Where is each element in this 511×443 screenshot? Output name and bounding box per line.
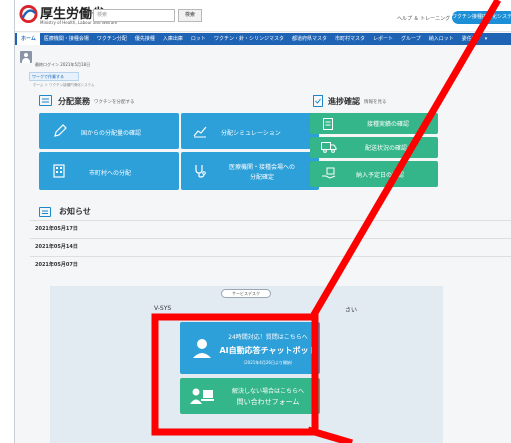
tile-delivery-schedule[interactable]: 納入予定日の確認 [310, 161, 438, 187]
tile-label-line2: 分配確定 [249, 174, 274, 181]
avatar-body [22, 58, 30, 63]
workspace-tab[interactable]: ワークで作業する [29, 72, 79, 81]
browser-page: 厚生労働省 Ministry of Health, Labour and Wel… [14, 0, 511, 443]
tile-vaccination-results[interactable]: 接種実績の確認 [310, 113, 438, 134]
stethoscope-icon [195, 165, 206, 178]
pencil-icon [54, 124, 67, 137]
progress-subtitle: 情報を見る [364, 100, 387, 105]
hand-package-icon [322, 167, 336, 179]
notices-title: お知らせ [59, 207, 91, 216]
last-login-date: 最終ログイン 2021年5月18日 [35, 62, 91, 67]
nav-item-distribution[interactable]: ワクチン分配 [93, 33, 131, 45]
tile-facility-distribution-confirm[interactable]: 医療機関・接種会場への 分配確定 [181, 152, 319, 190]
main-nav: ホーム 医療機関・接種会場 ワクチン分配 優先接種 入庫出庫 ロット ワクチン・… [15, 33, 511, 45]
chatbot-button[interactable]: 24時間対応！質問はこちらへ AI自動応答チャットボット （2021年4月26日… [180, 322, 320, 374]
tile-label: 医療機関・接種会場への [228, 164, 295, 171]
user-chat-icon [193, 339, 211, 358]
form-line1: 解決しない場合はこちらへ [231, 388, 304, 395]
search-input[interactable]: 検索 [93, 9, 175, 22]
notice-list: 2021年05月17日 2021年05月14日 2021年05月07日 [30, 220, 511, 274]
chart-line-icon [193, 126, 207, 138]
avatar[interactable] [20, 51, 32, 63]
support-desk-icon [190, 388, 214, 404]
nav-item-prefecture-master[interactable]: 都道府県マスタ [288, 33, 331, 45]
support-text: V-SYS [154, 305, 172, 312]
mhlw-logo-icon [19, 4, 38, 24]
nav-item-home[interactable]: ホーム [17, 33, 40, 45]
nav-item-priority[interactable]: 優先接種 [131, 33, 159, 45]
notice-icon [39, 207, 51, 217]
tile-national-distribution[interactable]: 国からの分配量の確認 [39, 113, 179, 149]
chatbot-line1: 24時間対応！質問はこちらへ [228, 334, 308, 341]
notice-item[interactable]: 2021年05月14日 [30, 238, 511, 256]
tile-label: 分配シミュレーション [221, 130, 281, 137]
tile-label: 市町村への分配 [89, 170, 132, 177]
progress-title: 進捗確認 [328, 97, 360, 106]
building-icon [53, 164, 65, 178]
distribution-title: 分配業務 [58, 97, 90, 106]
truck-icon [321, 142, 337, 153]
chatbot-line2: AI自動応答チャットボット [219, 346, 317, 355]
nav-more-dropdown[interactable]: ▾ [481, 33, 492, 45]
nav-item-delegation[interactable]: 委任状 [458, 33, 481, 45]
nav-item-lot[interactable]: ロット [187, 33, 210, 45]
tile-delivery-status[interactable]: 配送状況の確認 [310, 137, 438, 158]
service-desk-badge: サービスデスク [221, 289, 271, 298]
progress-section-icon [313, 95, 323, 107]
search-button[interactable]: 検索 [178, 9, 202, 22]
tile-municipal-distribution[interactable]: 市町村への分配 [39, 152, 179, 190]
nav-item-delivery-lot[interactable]: 納入ロット [425, 33, 458, 45]
nav-item-municipality-master[interactable]: 市町村マスタ [331, 33, 369, 45]
tile-distribution-simulation[interactable]: 分配シミュレーション [181, 113, 319, 149]
nav-item-inventory[interactable]: 入庫出庫 [159, 33, 187, 45]
tile-label: 接種実績の確認 [367, 121, 410, 128]
nav-item-report[interactable]: レポート [369, 33, 397, 45]
notice-item[interactable]: 2021年05月07日 [30, 256, 511, 274]
distribution-subtitle: ワクチンを分配する [94, 100, 135, 105]
tile-label: 納入予定日の確認 [356, 172, 405, 179]
help-training-link[interactable]: ヘルプ ＆ トレーニング [397, 15, 450, 22]
form-line2: 問い合わせフォーム [236, 398, 300, 406]
tile-label: 国からの分配量の確認 [81, 130, 142, 137]
tile-label: 配送状況の確認 [365, 145, 408, 152]
clipboard-icon [323, 118, 333, 130]
breadcrumb: ホーム ＞ ワクチン接種円滑化システム [33, 83, 95, 87]
nav-item-vaccine-master[interactable]: ワクチン・針・シリンジマスタ [210, 33, 288, 45]
nav-item-group[interactable]: グループ [397, 33, 425, 45]
notice-item[interactable]: 2021年05月17日 [30, 220, 511, 238]
nav-item-facilities[interactable]: 医療機関・接種会場 [40, 33, 93, 45]
vaccine-system-button[interactable]: ワクチン接種円滑化システム [452, 11, 511, 24]
avatar-head [24, 53, 28, 57]
inquiry-form-button[interactable]: 解決しない場合はこちらへ 問い合わせフォーム [180, 378, 320, 414]
chatbot-line3: （2021年4月26日より開始） [241, 360, 295, 365]
site-header: 厚生労働省 Ministry of Health, Labour and Wel… [15, 0, 511, 32]
distribution-section-icon [39, 95, 52, 106]
support-text-end: さい [345, 307, 358, 314]
